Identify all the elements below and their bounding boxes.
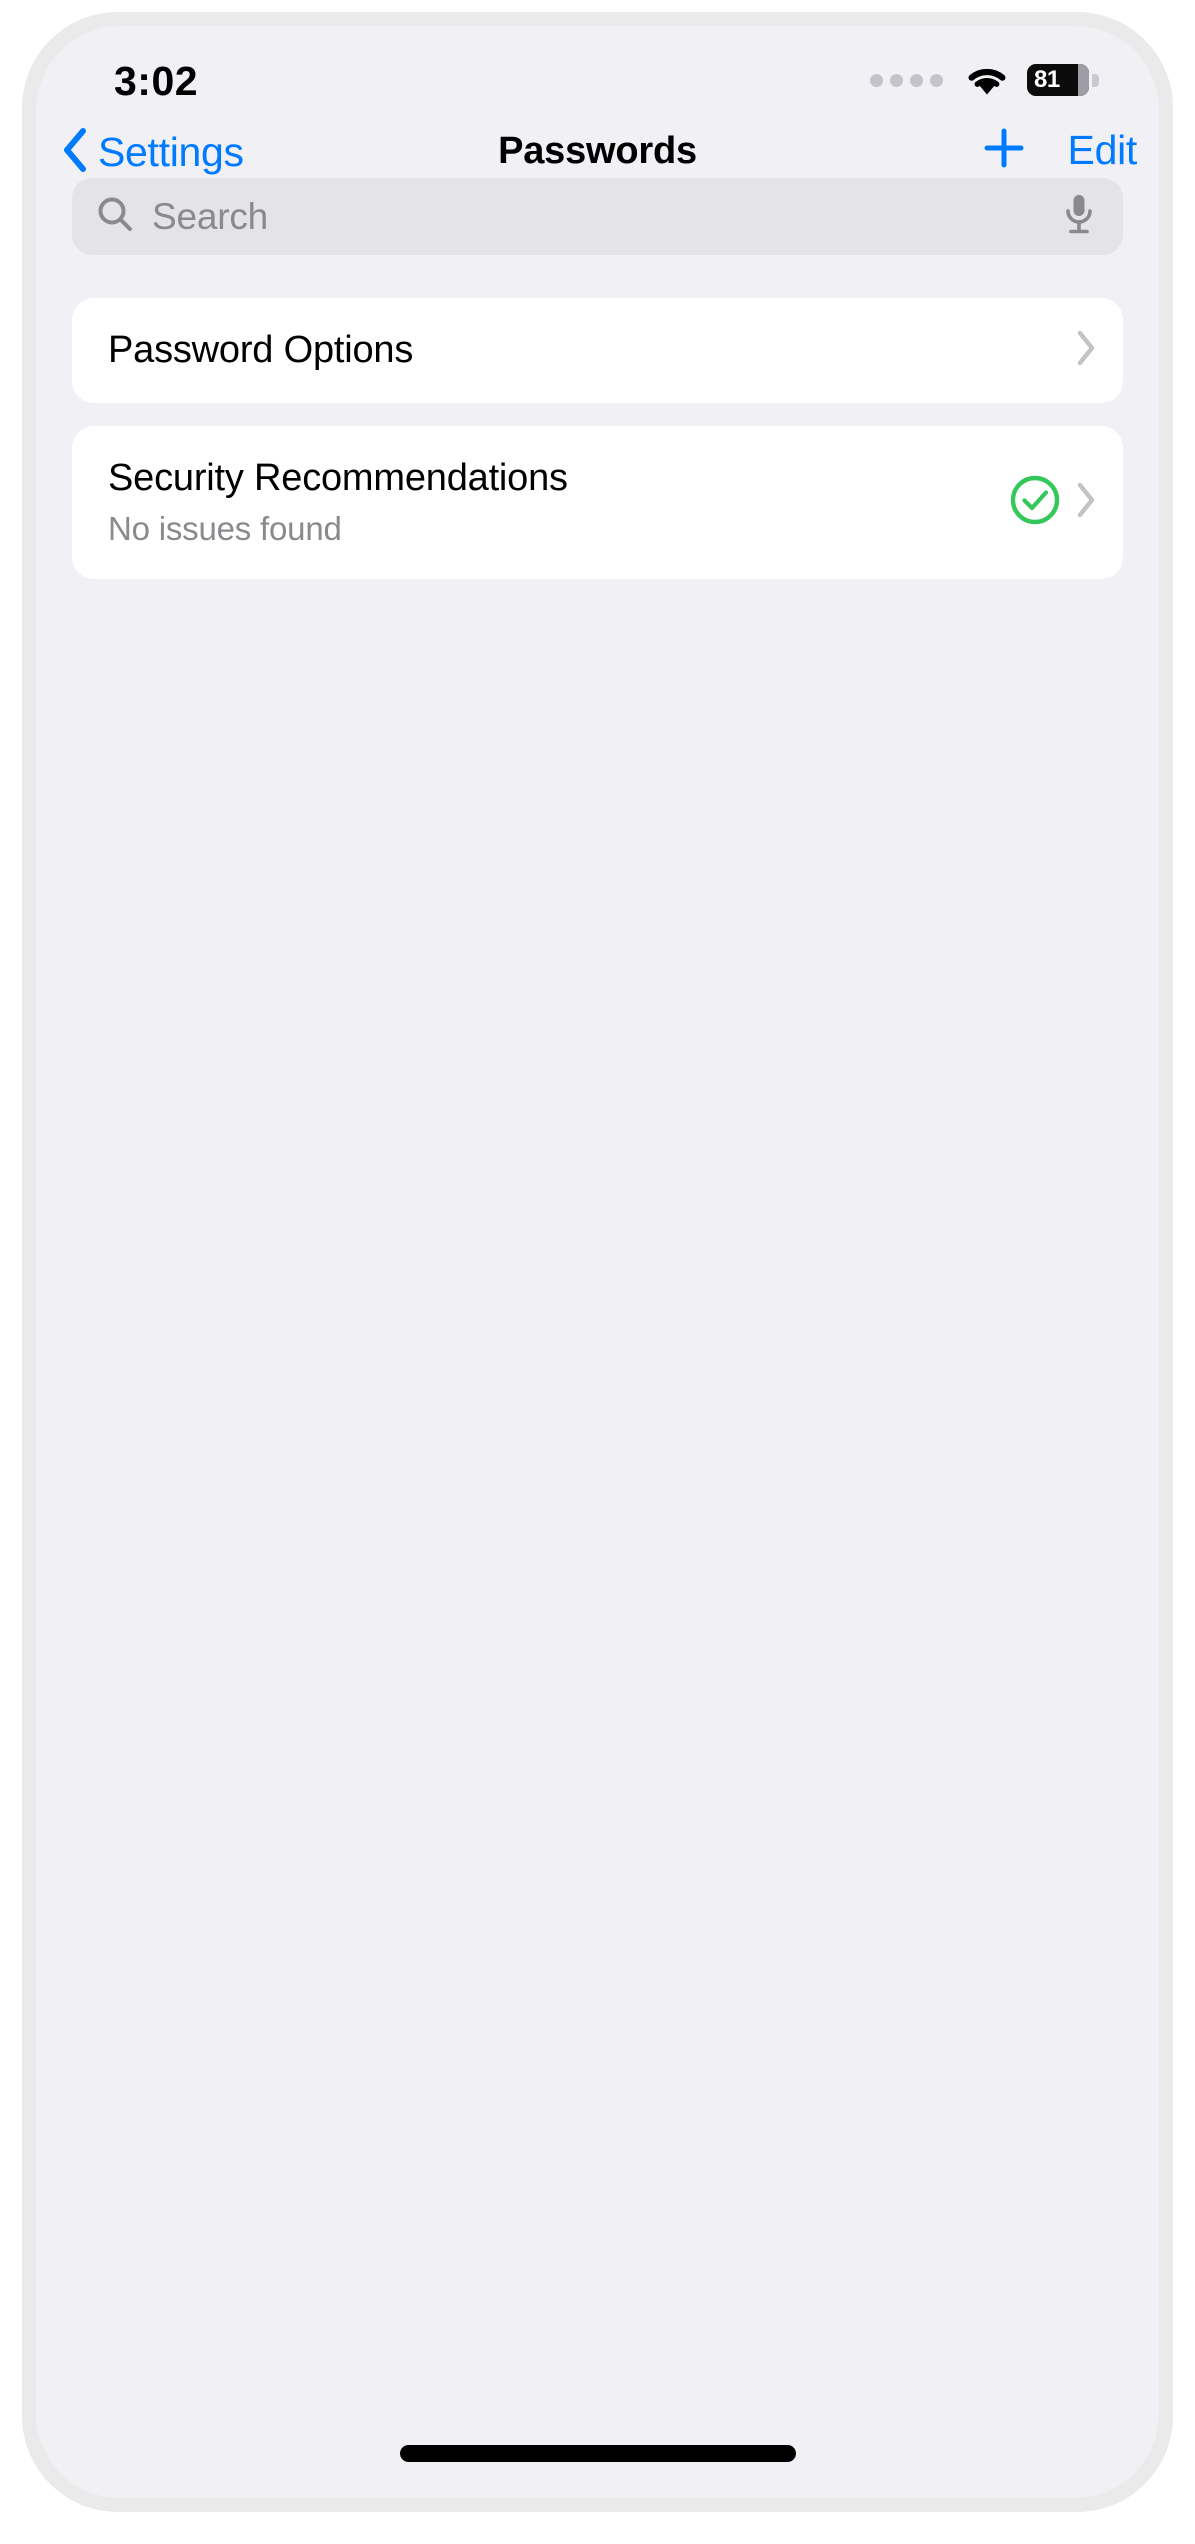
search-icon: [96, 195, 134, 238]
battery-level-label: 81: [1034, 66, 1060, 93]
password-options-title: Password Options: [108, 329, 414, 371]
wifi-icon: [965, 64, 1009, 96]
signal-dots-icon: [870, 73, 943, 87]
search-placeholder: Search: [152, 195, 269, 237]
battery-icon: 81: [1027, 64, 1099, 96]
phone-screen: 3:02 81 Settings Passwords Edit Search P…: [36, 26, 1159, 2498]
edit-button[interactable]: Edit: [1068, 127, 1138, 174]
plus-icon: [984, 128, 1024, 168]
password-options-card: Password Options: [72, 298, 1123, 403]
microphone-icon[interactable]: [1061, 192, 1097, 241]
list-item-password-options[interactable]: Password Options: [72, 298, 1123, 403]
checkmark-circle-icon: [1009, 474, 1061, 531]
list-item-security-recommendations[interactable]: Security Recommendations No issues found: [72, 426, 1123, 579]
home-indicator[interactable]: [399, 2445, 796, 2462]
security-recommendations-title: Security Recommendations: [108, 457, 568, 499]
device-frame: 3:02 81 Settings Passwords Edit Search P…: [22, 12, 1173, 2512]
security-recommendations-card: Security Recommendations No issues found: [72, 426, 1123, 579]
status-bar-time: 3:02: [114, 58, 199, 104]
status-bar-indicators: 81: [870, 64, 1099, 96]
chevron-right-icon: [1075, 329, 1097, 372]
add-password-button[interactable]: [980, 124, 1028, 177]
security-recommendations-subtitle: No issues found: [108, 510, 342, 547]
navigation-bar-actions: Edit: [980, 124, 1137, 177]
chevron-right-icon: [1075, 481, 1097, 524]
search-input[interactable]: Search: [72, 178, 1123, 255]
